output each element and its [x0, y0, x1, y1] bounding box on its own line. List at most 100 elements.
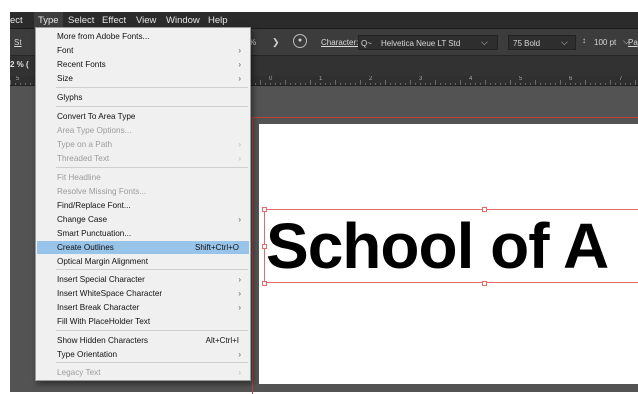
menu-item-optical-margin-alignment[interactable]: Optical Margin Alignment	[37, 255, 249, 268]
menu-item-fill-with-placeholder-text[interactable]: Fill With PlaceHolder Text	[37, 315, 249, 328]
ruler-tick	[10, 80, 11, 85]
ruler-label: 5	[519, 76, 523, 82]
ruler-tick	[405, 83, 406, 85]
ruler-tick	[530, 83, 531, 85]
ruler-tick	[445, 83, 446, 85]
ruler-tick	[580, 83, 581, 85]
ruler-tick	[380, 83, 381, 85]
ruler-tick	[535, 80, 536, 85]
ruler-tick	[25, 83, 26, 85]
stroke-label[interactable]: St	[14, 38, 22, 47]
ruler-tick	[365, 83, 366, 85]
chevron-down-icon[interactable]: ⌵	[561, 37, 568, 48]
ruler-tick	[330, 83, 331, 85]
ruler-tick	[390, 83, 391, 85]
ruler-tick	[495, 83, 496, 85]
menu-item-label: Insert Special Character	[57, 275, 145, 284]
menu-item-change-case[interactable]: Change Case ›	[37, 213, 249, 226]
ruler-tick	[525, 83, 526, 85]
ruler-tick	[450, 83, 451, 85]
illustrator-window: ect Type Select Effect View Window Help …	[0, 0, 638, 394]
ruler-tick	[400, 83, 401, 85]
chevron-right-icon: ›	[238, 215, 241, 224]
character-panel-link[interactable]: Character:	[321, 38, 358, 47]
ruler-tick	[350, 83, 351, 85]
ruler-tick	[610, 80, 611, 85]
ruler-tick	[355, 83, 356, 85]
ruler-tick	[430, 83, 431, 85]
menu-item-label: Fill With PlaceHolder Text	[57, 317, 151, 326]
chevron-right-icon: ›	[238, 46, 241, 55]
menu-item-label: Area Type Options...	[57, 126, 132, 135]
menu-object[interactable]: ect	[10, 12, 27, 29]
type-menu-dropdown: More from Adobe Fonts... Font › Recent Font…	[35, 27, 251, 381]
ruler-tick	[500, 83, 501, 85]
ruler-tick	[375, 83, 376, 85]
stepper-icon[interactable]: ↕	[582, 36, 586, 45]
menu-item-glyphs[interactable]: Glyphs	[37, 91, 249, 104]
menu-item-more-from-adobe-fonts[interactable]: More from Adobe Fonts...	[37, 30, 249, 43]
menu-item-find-replace-font[interactable]: Find/Replace Font...	[37, 199, 249, 212]
ruler-tick	[335, 80, 336, 85]
chevron-right-icon: ›	[238, 74, 241, 83]
menu-item-label: Change Case	[57, 215, 108, 224]
ruler-tick	[420, 83, 421, 85]
ruler-tick	[275, 83, 276, 85]
menu-item-label: Insert Break Character	[57, 303, 140, 312]
globe-icon[interactable]: ●	[293, 34, 307, 48]
font-size-value[interactable]: 100 pt	[594, 38, 616, 47]
menu-item-label: More from Adobe Fonts...	[57, 32, 150, 41]
menu-item-show-hidden-characters[interactable]: Show Hidden Characters Alt+Ctrl+I	[37, 334, 249, 347]
menu-item-legacy-text: Legacy Text ›	[37, 366, 249, 379]
menu-item-create-outlines[interactable]: Create Outlines Shift+Ctrl+O	[37, 241, 249, 254]
headline-text[interactable]: School of A	[266, 210, 609, 282]
font-style-field[interactable]: 75 Bold ⌵	[508, 35, 576, 50]
ruler-label: 2	[369, 76, 373, 82]
chevron-right-icon: ›	[238, 350, 241, 359]
menu-item-label: Glyphs	[57, 93, 83, 102]
ruler-tick	[615, 83, 616, 85]
menu-item-type-orientation[interactable]: Type Orientation ›	[37, 348, 249, 361]
ruler-tick	[490, 83, 491, 85]
ruler-tick	[545, 83, 546, 85]
document-tab-zoom[interactable]: 2 % (	[10, 60, 29, 69]
font-search-icon: Q~	[361, 39, 372, 48]
menu-item-label: Font	[57, 46, 74, 55]
ruler-tick	[585, 80, 586, 85]
menu-shortcut: Shift+Ctrl+O	[194, 243, 239, 252]
menu-item-insert-whitespace-character[interactable]: Insert WhiteSpace Character ›	[37, 287, 249, 300]
menu-item-font[interactable]: Font ›	[37, 44, 249, 57]
menu-item-insert-special-character[interactable]: Insert Special Character ›	[37, 273, 249, 286]
chevron-down-icon[interactable]: ⌵	[481, 37, 488, 48]
menu-item-smart-punctuation[interactable]: Smart Punctuation...	[37, 227, 249, 240]
ruler-tick	[510, 80, 511, 85]
ruler-tick	[560, 80, 561, 85]
menu-item-threaded-text: Threaded Text ›	[37, 152, 249, 165]
font-family-field[interactable]: Q~ Helvetica Neue LT Std ⌵	[358, 35, 498, 50]
paragraph-panel-link[interactable]: Pa	[628, 38, 638, 47]
ruler-tick	[565, 83, 566, 85]
ruler-tick	[320, 83, 321, 85]
ruler-tick	[340, 83, 341, 85]
menu-item-recent-fonts[interactable]: Recent Fonts ›	[37, 58, 249, 71]
ruler-tick	[345, 83, 346, 85]
menu-separator	[56, 167, 248, 168]
font-style-value: 75 Bold	[513, 39, 541, 48]
ruler-tick	[370, 83, 371, 85]
menu-item-label: Resolve Missing Fonts...	[57, 187, 147, 196]
menu-item-convert-to-area-type[interactable]: Convert To Area Type	[37, 110, 249, 123]
menu-item-type-on-a-path: Type on a Path ›	[37, 138, 249, 151]
menu-item-label: Size	[57, 74, 73, 83]
chevron-right-icon: ›	[238, 60, 241, 69]
menu-item-size[interactable]: Size ›	[37, 72, 249, 85]
menu-item-label: Smart Punctuation...	[57, 229, 132, 238]
ruler-tick	[460, 80, 461, 85]
menu-item-insert-break-character[interactable]: Insert Break Character ›	[37, 301, 249, 314]
ruler-tick	[310, 80, 311, 85]
ruler-tick	[550, 83, 551, 85]
chevron-right-icon[interactable]: ❯	[272, 37, 280, 48]
menu-item-label: Fit Headline	[57, 173, 101, 182]
ruler-tick	[630, 83, 631, 85]
ruler-tick	[455, 83, 456, 85]
menu-item-label: Show Hidden Characters	[57, 336, 149, 345]
